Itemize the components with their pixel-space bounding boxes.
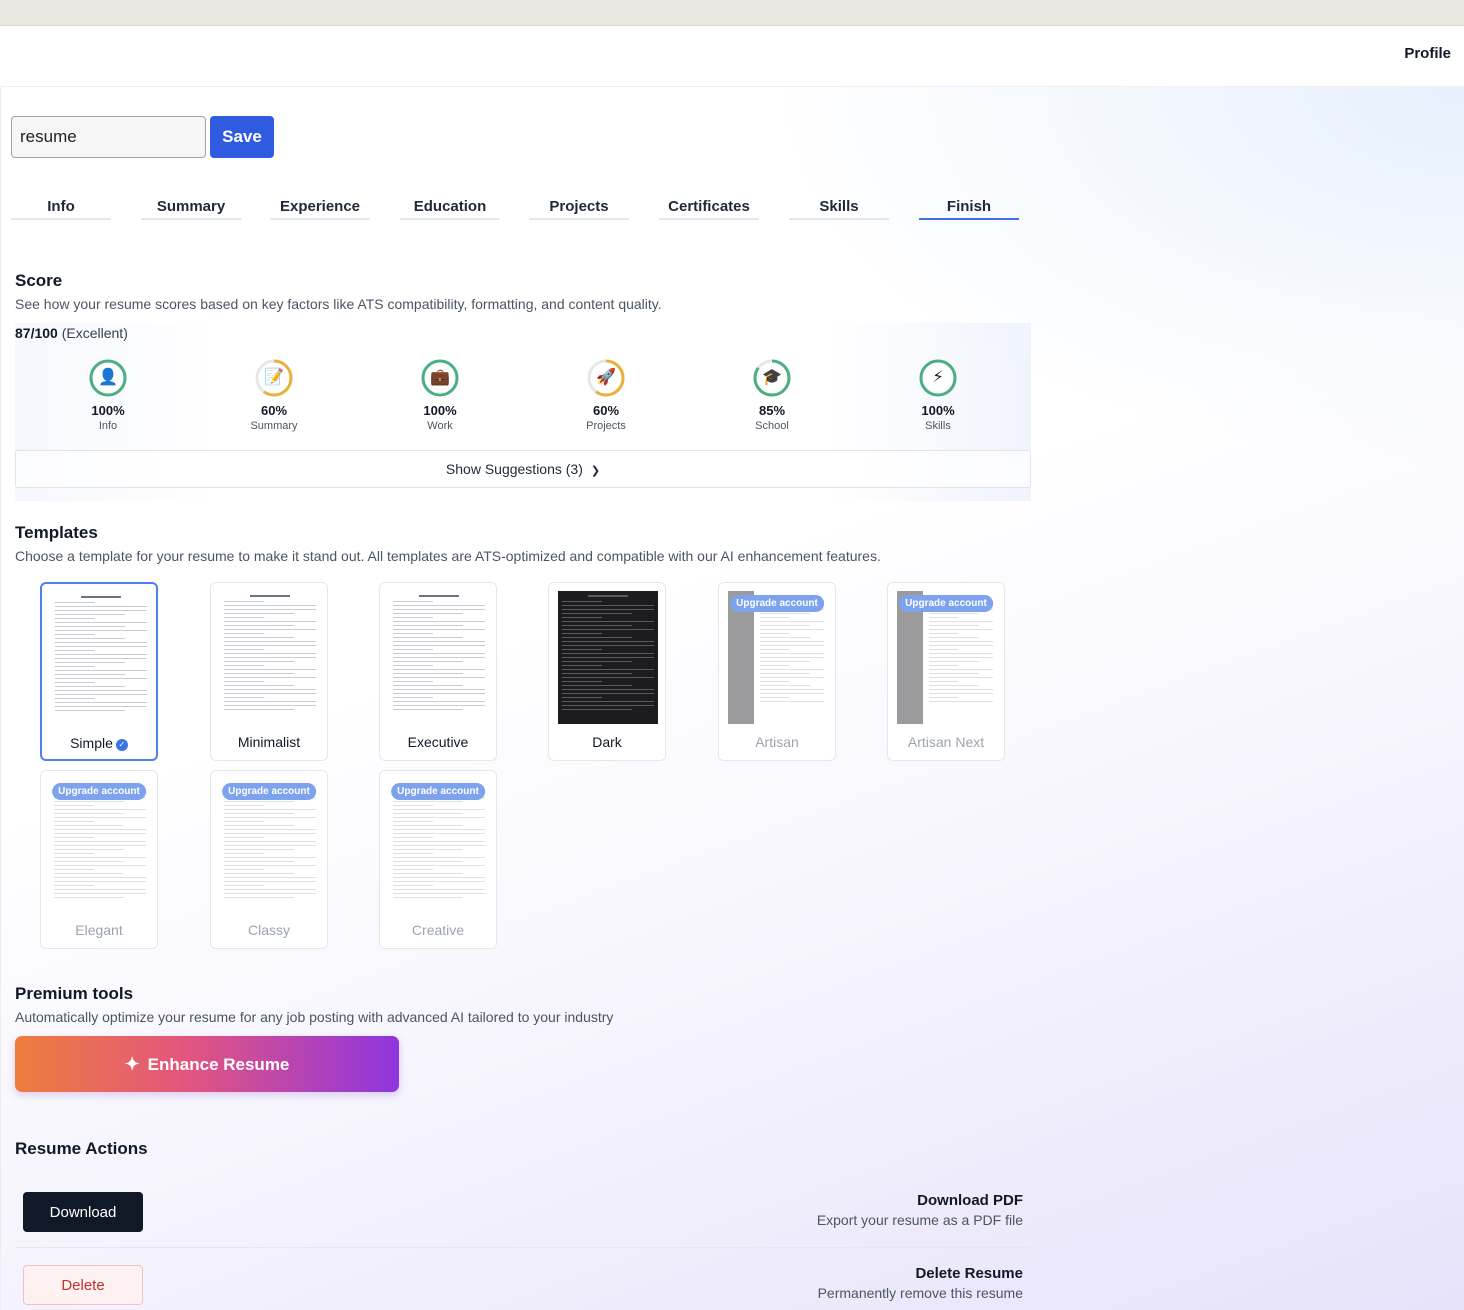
template-name: Creative bbox=[411, 922, 465, 938]
tab-certificates[interactable]: Certificates bbox=[659, 198, 759, 220]
tab-experience[interactable]: Experience bbox=[270, 198, 370, 220]
main-content: Save Info Summary Experience Education P… bbox=[0, 87, 1464, 1310]
section-tabs: Info Summary Experience Education Projec… bbox=[11, 198, 1021, 222]
upgrade-account-badge[interactable]: Upgrade account bbox=[222, 783, 316, 800]
delete-button[interactable]: Delete bbox=[23, 1265, 143, 1305]
graduation-cap-icon: 🎓 bbox=[762, 369, 782, 386]
tab-finish[interactable]: Finish bbox=[919, 198, 1019, 220]
enhance-resume-label: Enhance Resume bbox=[147, 1054, 290, 1074]
metric-label: Summary bbox=[250, 420, 298, 432]
download-button[interactable]: Download bbox=[23, 1192, 143, 1232]
score-metric-info: 👤 100% Info bbox=[63, 358, 153, 432]
progress-ring: ⚡ bbox=[918, 358, 958, 398]
metric-percent: 100% bbox=[91, 403, 125, 418]
metric-label: Info bbox=[98, 420, 118, 432]
check-badge-icon: ✓ bbox=[115, 739, 128, 751]
metric-label: School bbox=[755, 420, 789, 432]
tab-summary[interactable]: Summary bbox=[141, 198, 241, 220]
progress-ring: 💼 bbox=[420, 358, 460, 398]
memo-icon: 📝 bbox=[264, 369, 284, 386]
progress-ring: 🚀 bbox=[586, 358, 626, 398]
score-metric-summary: 📝 60% Summary bbox=[229, 358, 319, 432]
briefcase-icon: 💼 bbox=[430, 369, 450, 386]
metric-label: Skills bbox=[925, 420, 951, 432]
resume-name-input[interactable] bbox=[11, 116, 206, 158]
upgrade-account-badge[interactable]: Upgrade account bbox=[730, 595, 824, 612]
delete-title: Delete Resume bbox=[915, 1265, 1023, 1282]
lightning-icon: ⚡ bbox=[932, 369, 944, 386]
progress-ring: 👤 bbox=[88, 358, 128, 398]
score-rating: (Excellent) bbox=[61, 325, 128, 341]
browser-top-strip bbox=[0, 0, 1464, 26]
upgrade-account-badge[interactable]: Upgrade account bbox=[899, 595, 993, 612]
template-card-artisan[interactable]: Upgrade account Artisan bbox=[718, 582, 836, 761]
premium-title: Premium tools bbox=[15, 984, 134, 1003]
tab-skills[interactable]: Skills bbox=[789, 198, 889, 220]
show-suggestions-button[interactable]: Show Suggestions (3) ❯ bbox=[15, 450, 1031, 488]
score-metric-work: 💼 100% Work bbox=[395, 358, 485, 432]
tab-projects[interactable]: Projects bbox=[529, 198, 629, 220]
template-name: Artisan Next bbox=[907, 734, 985, 750]
score-metric-projects: 🚀 60% Projects bbox=[561, 358, 651, 432]
score-metric-skills: ⚡ 100% Skills bbox=[893, 358, 983, 432]
upgrade-account-badge[interactable]: Upgrade account bbox=[391, 783, 485, 800]
template-card-artisan-next[interactable]: Upgrade account Artisan Next bbox=[887, 582, 1005, 761]
enhance-resume-button[interactable]: ✦ Enhance Resume bbox=[15, 1036, 399, 1092]
template-card-dark[interactable]: Dark bbox=[548, 582, 666, 761]
templates-title: Templates bbox=[15, 523, 98, 542]
tab-education[interactable]: Education bbox=[400, 198, 500, 220]
download-title: Download PDF bbox=[917, 1192, 1023, 1209]
template-card-creative[interactable]: Upgrade account Creative bbox=[379, 770, 497, 949]
delete-description: Permanently remove this resume bbox=[817, 1285, 1023, 1301]
template-card-minimalist[interactable]: Minimalist bbox=[210, 582, 328, 761]
score-description: See how your resume scores based on key … bbox=[15, 296, 662, 312]
template-card-classy[interactable]: Upgrade account Classy bbox=[210, 770, 328, 949]
metric-percent: 100% bbox=[423, 403, 457, 418]
premium-description: Automatically optimize your resume for a… bbox=[15, 1009, 614, 1025]
template-preview bbox=[389, 591, 489, 724]
template-name: Dark bbox=[592, 734, 622, 750]
rocket-icon: 🚀 bbox=[596, 369, 616, 386]
tab-info[interactable]: Info bbox=[11, 198, 111, 220]
show-suggestions-label: Show Suggestions (3) bbox=[445, 461, 583, 477]
template-name: Minimalist bbox=[237, 734, 301, 750]
resume-actions-title: Resume Actions bbox=[15, 1139, 148, 1158]
templates-description: Choose a template for your resume to mak… bbox=[15, 548, 881, 564]
template-preview bbox=[51, 592, 151, 725]
template-card-executive[interactable]: Executive bbox=[379, 582, 497, 761]
download-action-row: Download Download PDF Export your resume… bbox=[15, 1176, 1031, 1248]
score-total: 87/100 (Excellent) bbox=[15, 325, 128, 341]
template-card-elegant[interactable]: Upgrade account Elegant bbox=[40, 770, 158, 949]
profile-link[interactable]: Profile bbox=[1404, 45, 1451, 62]
score-value: 87/100 bbox=[15, 325, 58, 341]
metric-percent: 60% bbox=[592, 403, 620, 418]
template-name: Simple ✓ bbox=[42, 735, 156, 751]
save-button[interactable]: Save bbox=[210, 116, 274, 158]
metric-label: Work bbox=[427, 420, 453, 432]
metric-label: Projects bbox=[586, 420, 626, 432]
score-metric-school: 🎓 85% School bbox=[727, 358, 817, 432]
metric-percent: 85% bbox=[758, 403, 786, 418]
metric-percent: 100% bbox=[921, 403, 955, 418]
progress-ring: 📝 bbox=[254, 358, 294, 398]
progress-ring: 🎓 bbox=[752, 358, 792, 398]
person-icon: 👤 bbox=[98, 369, 118, 386]
delete-action-row: Delete Delete Resume Permanently remove … bbox=[15, 1249, 1031, 1310]
upgrade-account-badge[interactable]: Upgrade account bbox=[52, 783, 146, 800]
template-card-simple[interactable]: Simple ✓ bbox=[40, 582, 158, 761]
score-title: Score bbox=[15, 271, 63, 290]
template-preview bbox=[558, 591, 658, 724]
template-name: Elegant bbox=[75, 922, 123, 938]
metric-percent: 60% bbox=[260, 403, 288, 418]
chevron-down-icon: ❯ bbox=[590, 465, 601, 477]
sparkles-icon: ✦ bbox=[124, 1053, 140, 1074]
template-name: Classy bbox=[247, 922, 290, 938]
download-description: Export your resume as a PDF file bbox=[816, 1212, 1023, 1228]
template-preview bbox=[220, 591, 320, 724]
template-name: Executive bbox=[407, 734, 469, 750]
app-header: Profile bbox=[0, 26, 1464, 87]
template-name: Artisan bbox=[755, 734, 799, 750]
